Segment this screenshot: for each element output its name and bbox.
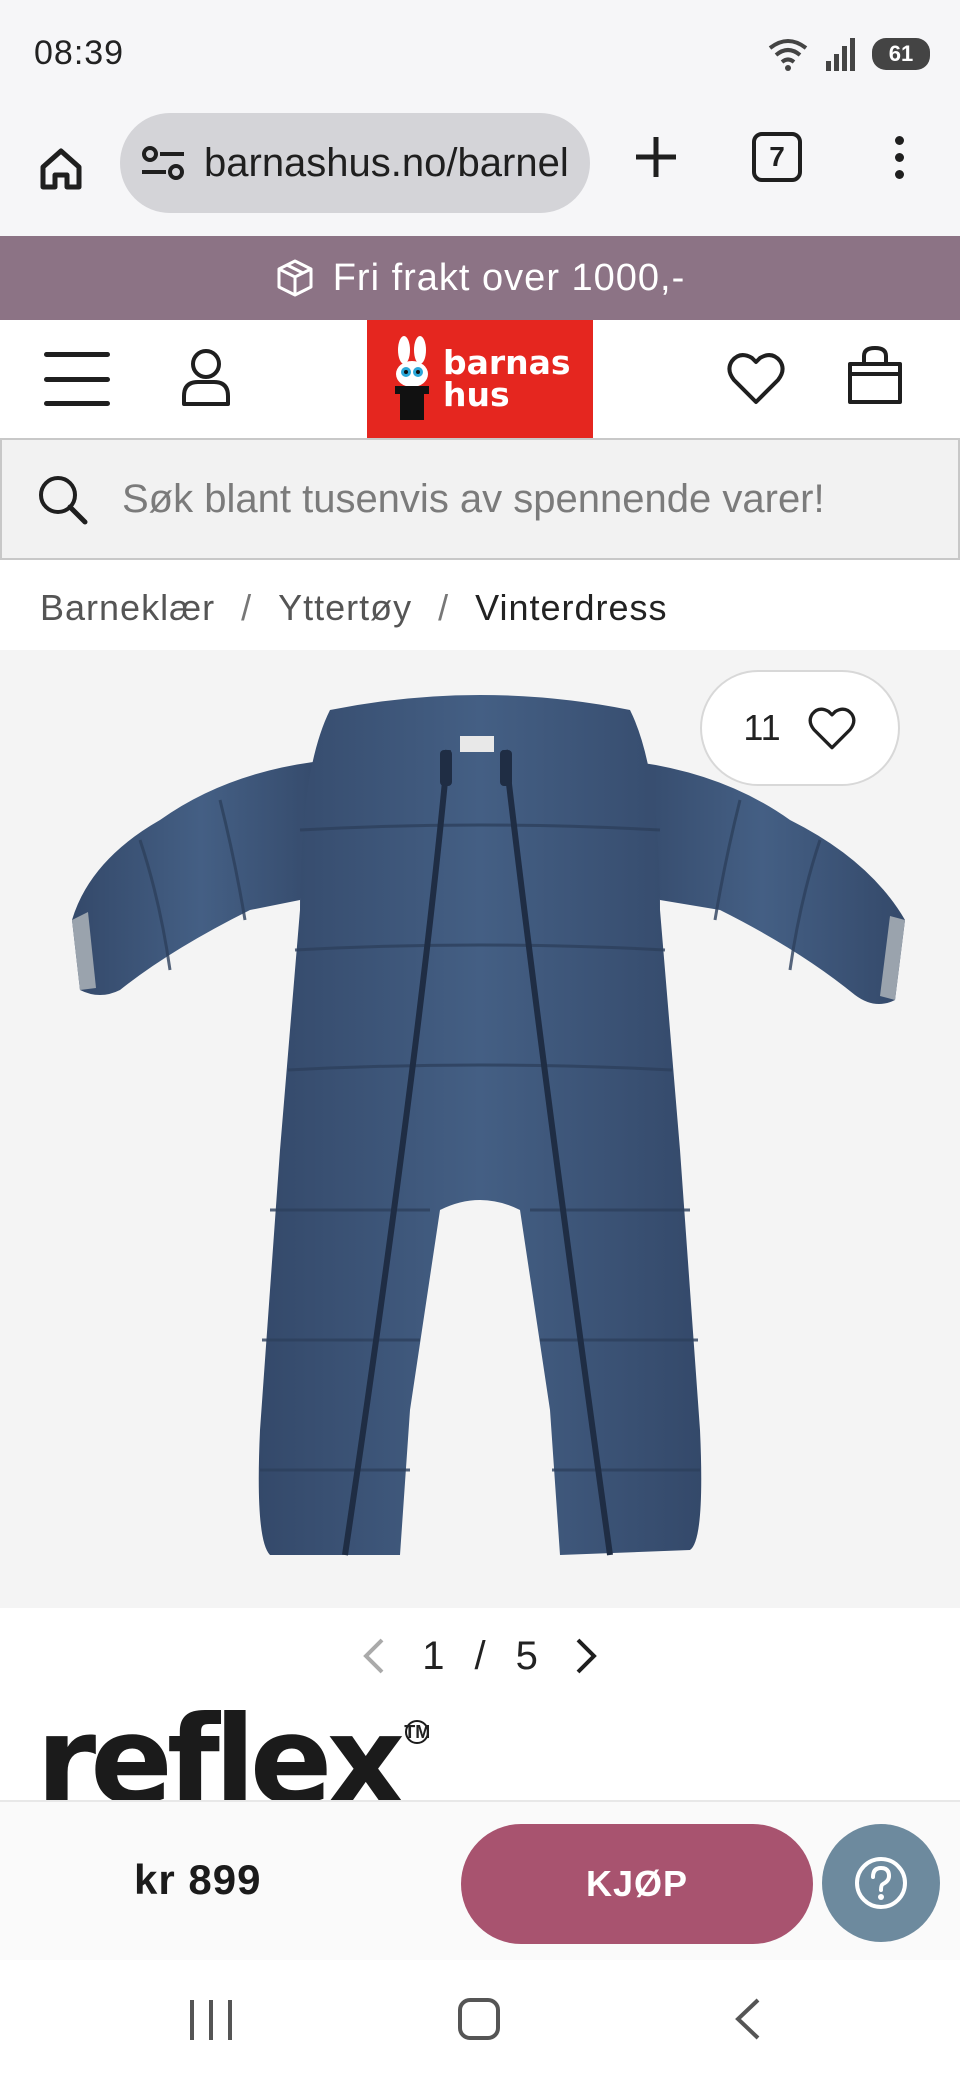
recents-icon[interactable]: [190, 2000, 232, 2040]
help-button[interactable]: [822, 1824, 940, 1942]
help-icon: [855, 1857, 907, 1909]
breadcrumb-item-vinterdress[interactable]: Vinterdress: [475, 587, 667, 629]
site-settings-icon[interactable]: [140, 143, 186, 183]
promo-banner: Fri frakt over 1000,-: [0, 236, 960, 320]
rabbit-logo-icon: [395, 336, 429, 420]
breadcrumb-item-barneklaer[interactable]: Barneklær: [40, 587, 215, 629]
bag-icon[interactable]: [846, 344, 904, 406]
trademark-icon: TM: [404, 1720, 430, 1744]
favorite-button[interactable]: 11: [700, 670, 900, 786]
heart-icon: [808, 707, 856, 750]
plus-icon: [636, 137, 676, 177]
pager-current: 1: [422, 1633, 445, 1678]
product-image: [72, 695, 905, 1556]
search-bar[interactable]: Søk blant tusenvis av spennende varer!: [0, 438, 960, 560]
new-tab-button[interactable]: [625, 126, 687, 188]
menu-icon[interactable]: [44, 352, 110, 406]
breadcrumb-separator: /: [438, 587, 450, 628]
back-icon[interactable]: [728, 1996, 768, 2042]
system-nav-bar: [0, 1960, 960, 2080]
promo-text: Fri frakt over 1000,-: [332, 256, 686, 299]
search-input[interactable]: Søk blant tusenvis av spennende varer!: [122, 477, 825, 522]
package-icon: [277, 259, 313, 297]
breadcrumb-separator: /: [241, 587, 253, 628]
status-bar: 08:39 61: [0, 0, 960, 108]
prev-image-button[interactable]: [356, 1634, 392, 1678]
url-text[interactable]: barnashus.no/barnel: [204, 141, 569, 186]
site-logo[interactable]: barnas hus: [367, 320, 593, 438]
brand-name: reflex: [36, 1700, 405, 1806]
heart-icon[interactable]: [726, 350, 786, 406]
image-pager: 1 / 5: [0, 1608, 960, 1704]
status-icons: 61: [766, 34, 930, 74]
more-menu-button[interactable]: [876, 126, 922, 188]
browser-toolbar: barnashus.no/barnel 7: [0, 108, 960, 236]
buy-button[interactable]: KJØP: [461, 1824, 813, 1944]
pager-total: 5: [515, 1633, 538, 1678]
address-bar[interactable]: barnashus.no/barnel: [120, 113, 590, 213]
logo-text: barnas hus: [443, 343, 571, 414]
wifi-icon: [768, 39, 808, 71]
next-image-button[interactable]: [568, 1634, 604, 1678]
pager-separator: /: [474, 1633, 486, 1678]
more-icon: [894, 135, 904, 145]
breadcrumb: Barneklær / Yttertøy / Vinterdress: [40, 580, 668, 636]
home-icon[interactable]: [458, 1998, 500, 2040]
product-price: kr 899: [134, 1856, 262, 1903]
tabs-button[interactable]: 7: [752, 132, 802, 182]
buy-bar: kr 899 KJØP: [0, 1800, 960, 1960]
favorite-count: 11: [743, 707, 781, 748]
home-icon: [40, 148, 82, 190]
tab-count: 7: [769, 141, 785, 172]
battery-icon: 61: [872, 38, 930, 70]
chevron-right-icon: [576, 1638, 597, 1674]
status-time: 08:39: [34, 34, 125, 72]
breadcrumb-item-yttertoy[interactable]: Yttertøy: [278, 587, 412, 629]
site-header: barnas hus: [0, 320, 960, 438]
chevron-left-icon: [363, 1638, 384, 1674]
browser-home-button[interactable]: [30, 138, 92, 200]
product-image-gallery[interactable]: 11: [0, 650, 960, 1608]
account-icon[interactable]: [178, 346, 234, 408]
search-icon: [39, 476, 88, 525]
signal-icon: [826, 38, 855, 71]
brand-logo[interactable]: reflex TM: [36, 1700, 430, 1806]
